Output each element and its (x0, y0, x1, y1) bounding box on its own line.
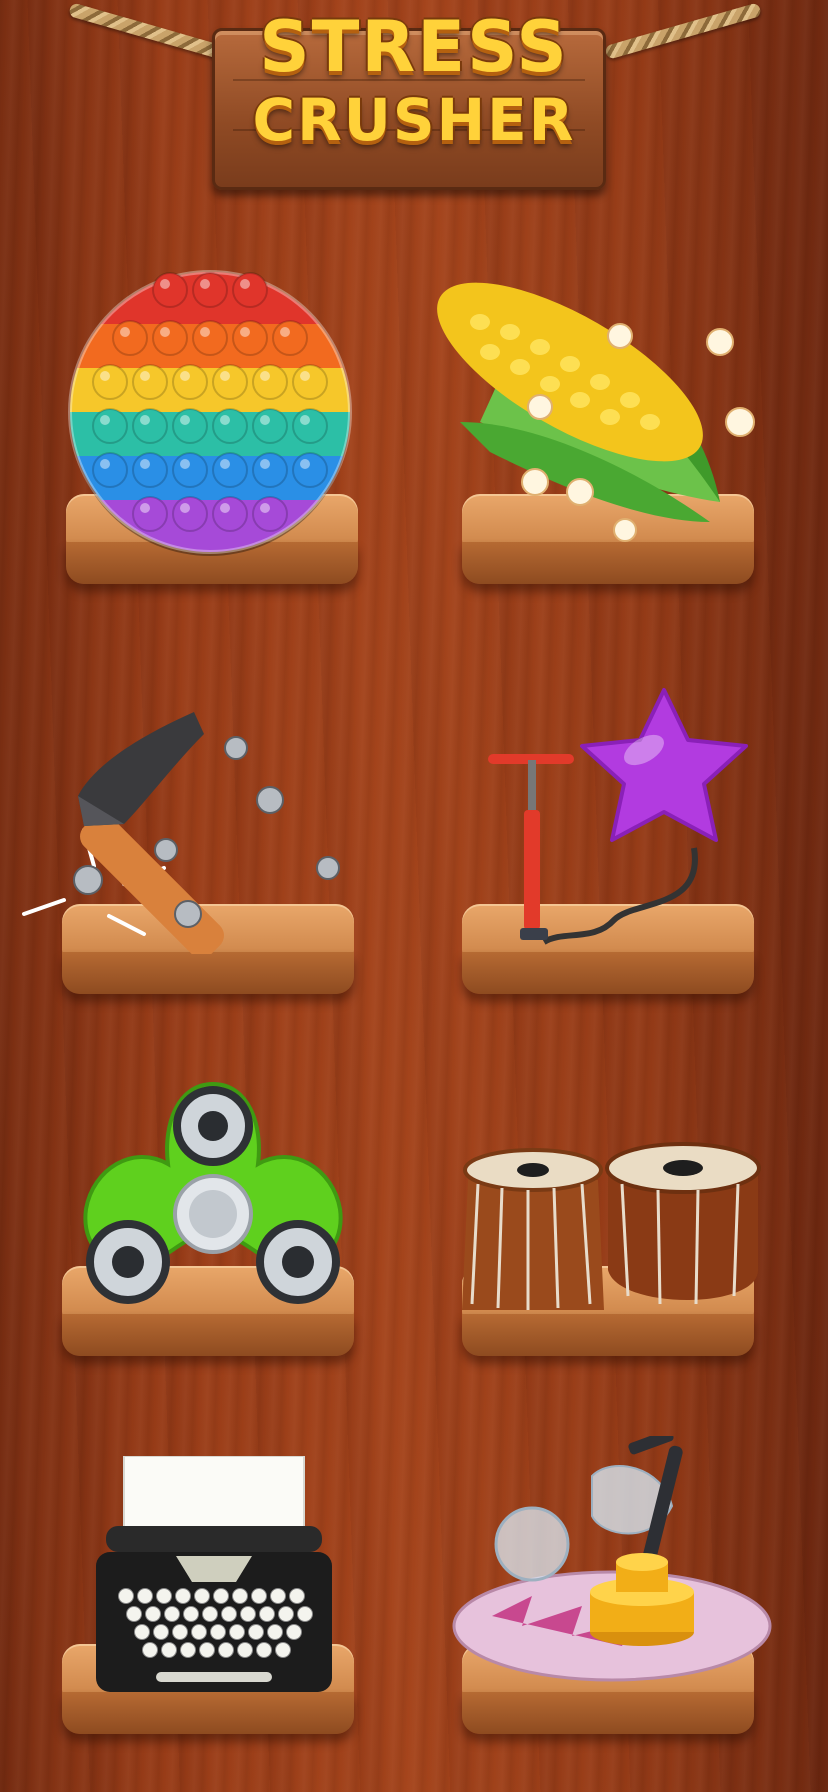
title-line-1: STRESS (259, 6, 569, 88)
game-typewriter[interactable] (96, 1455, 332, 1692)
game-slime-grinder[interactable] (452, 1429, 772, 1686)
pop-it-icon (68, 270, 352, 556)
balloon-pump-icon (488, 688, 748, 945)
game-pop-it[interactable] (60, 262, 360, 562)
game-hammer-nails[interactable] (14, 704, 354, 958)
title-line-2: CRUSHER (252, 86, 576, 154)
game-tabla-drums[interactable] (458, 1140, 768, 1320)
hammer-icon (22, 712, 340, 958)
slime-grinder-icon (452, 1429, 772, 1682)
game-balloon-pump[interactable] (484, 680, 794, 960)
tabla-drums-icon (462, 1142, 761, 1310)
game-fidget-spinner[interactable] (78, 1074, 348, 1318)
fidget-spinner-icon (83, 1081, 343, 1304)
game-popcorn-corn[interactable] (420, 272, 780, 552)
typewriter-icon (96, 1455, 332, 1692)
corn-icon (437, 282, 755, 542)
